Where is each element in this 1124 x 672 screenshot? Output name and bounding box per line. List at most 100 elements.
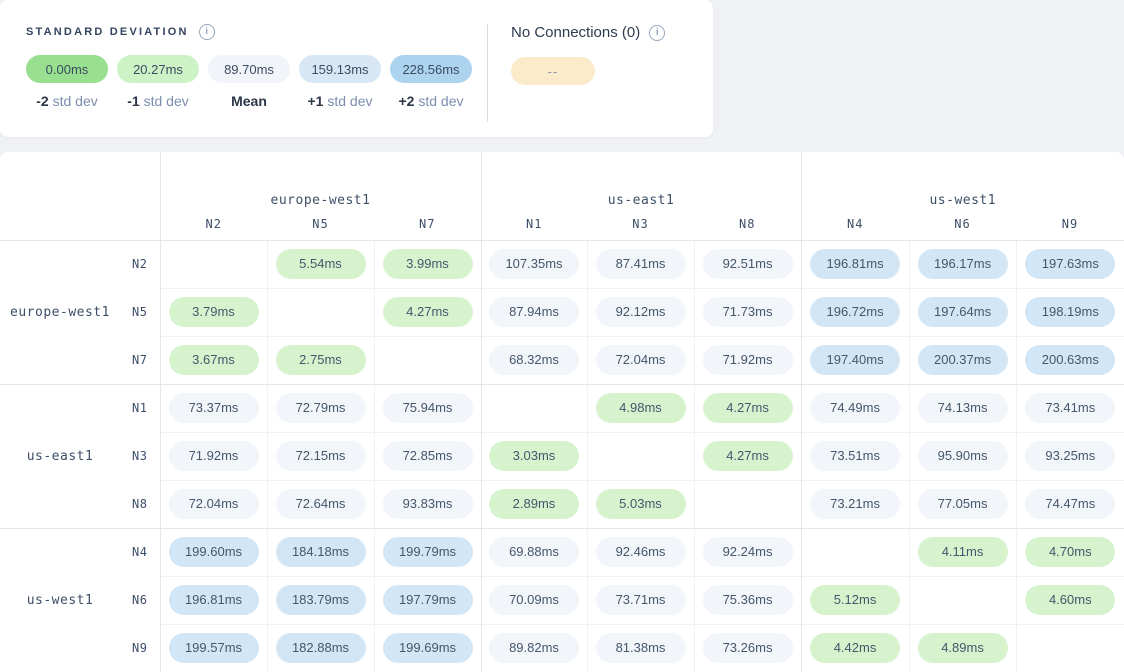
latency-pill[interactable]: 4.98ms: [596, 393, 686, 423]
latency-pill[interactable]: 95.90ms: [918, 441, 1008, 471]
latency-pill[interactable]: 4.27ms: [703, 441, 793, 471]
latency-pill[interactable]: 89.82ms: [489, 633, 579, 663]
latency-matrix-card: europe-west1us-east1us-west1N2N5N7N1N3N8…: [0, 152, 1124, 672]
latency-pill[interactable]: 72.64ms: [276, 489, 366, 519]
latency-pill[interactable]: 73.37ms: [169, 393, 259, 423]
column-region-header: us-east1: [481, 152, 801, 208]
latency-pill[interactable]: 72.04ms: [169, 489, 259, 519]
legend-pill-label: +2 std dev: [390, 93, 472, 109]
latency-cell: 5.54ms: [267, 240, 374, 288]
latency-cell: 196.17ms: [909, 240, 1016, 288]
latency-pill[interactable]: 184.18ms: [276, 537, 366, 567]
legend-label-row: -2 std dev-1 std devMean+1 std dev+2 std…: [26, 93, 472, 109]
latency-pill[interactable]: 72.15ms: [276, 441, 366, 471]
latency-pill[interactable]: 182.88ms: [276, 633, 366, 663]
latency-pill[interactable]: 196.72ms: [810, 297, 900, 327]
latency-pill[interactable]: 198.19ms: [1025, 297, 1115, 327]
latency-pill[interactable]: 69.88ms: [489, 537, 579, 567]
latency-cell: 87.41ms: [587, 240, 694, 288]
latency-pill[interactable]: 73.51ms: [810, 441, 900, 471]
latency-cell: 74.47ms: [1016, 480, 1124, 528]
latency-pill[interactable]: 4.89ms: [918, 633, 1008, 663]
legend-divider: [487, 24, 488, 122]
latency-pill[interactable]: 107.35ms: [489, 249, 579, 279]
latency-pill[interactable]: 81.38ms: [596, 633, 686, 663]
latency-pill[interactable]: 199.57ms: [169, 633, 259, 663]
latency-cell: 4.70ms: [1016, 528, 1124, 576]
latency-cell: 72.15ms: [267, 432, 374, 480]
column-region-header: europe-west1: [160, 152, 481, 208]
latency-pill[interactable]: 199.69ms: [383, 633, 473, 663]
latency-pill[interactable]: 4.42ms: [810, 633, 900, 663]
latency-pill[interactable]: 4.60ms: [1025, 585, 1115, 615]
latency-cell: 87.94ms: [481, 288, 587, 336]
latency-cell: 71.92ms: [694, 336, 801, 384]
latency-pill[interactable]: 71.73ms: [703, 297, 793, 327]
latency-cell: [587, 432, 694, 480]
latency-pill[interactable]: 5.03ms: [596, 489, 686, 519]
latency-pill[interactable]: 77.05ms: [918, 489, 1008, 519]
info-icon[interactable]: i: [649, 25, 665, 41]
row-region-label: europe-west1: [0, 240, 120, 384]
row-node-label: N2: [120, 240, 160, 288]
latency-pill[interactable]: 72.79ms: [276, 393, 366, 423]
latency-pill[interactable]: 93.83ms: [383, 489, 473, 519]
latency-pill[interactable]: 3.79ms: [169, 297, 259, 327]
latency-pill[interactable]: 199.79ms: [383, 537, 473, 567]
latency-pill[interactable]: 92.24ms: [703, 537, 793, 567]
latency-pill[interactable]: 183.79ms: [276, 585, 366, 615]
latency-pill[interactable]: 4.27ms: [383, 297, 473, 327]
column-node-header: N8: [694, 208, 801, 240]
latency-pill[interactable]: 75.94ms: [383, 393, 473, 423]
latency-pill[interactable]: 70.09ms: [489, 585, 579, 615]
latency-cell: 3.79ms: [160, 288, 267, 336]
latency-pill[interactable]: 2.89ms: [489, 489, 579, 519]
latency-pill[interactable]: 4.70ms: [1025, 537, 1115, 567]
latency-pill[interactable]: 197.79ms: [383, 585, 473, 615]
latency-pill[interactable]: 196.81ms: [810, 249, 900, 279]
latency-pill[interactable]: 4.27ms: [703, 393, 793, 423]
latency-pill[interactable]: 199.60ms: [169, 537, 259, 567]
latency-pill[interactable]: 71.92ms: [169, 441, 259, 471]
latency-pill[interactable]: 200.37ms: [918, 345, 1008, 375]
column-node-header: N2: [160, 208, 267, 240]
legend-pill-label: -1 std dev: [117, 93, 199, 109]
latency-pill[interactable]: 92.51ms: [703, 249, 793, 279]
latency-pill[interactable]: 197.64ms: [918, 297, 1008, 327]
latency-pill[interactable]: 5.12ms: [810, 585, 900, 615]
latency-pill[interactable]: 2.75ms: [276, 345, 366, 375]
latency-pill[interactable]: 74.49ms: [810, 393, 900, 423]
info-icon[interactable]: i: [199, 24, 215, 40]
latency-pill[interactable]: 197.40ms: [810, 345, 900, 375]
column-node-header: N7: [374, 208, 481, 240]
latency-pill[interactable]: 72.85ms: [383, 441, 473, 471]
latency-pill[interactable]: 3.03ms: [489, 441, 579, 471]
latency-pill[interactable]: 75.36ms: [703, 585, 793, 615]
latency-pill[interactable]: 72.04ms: [596, 345, 686, 375]
latency-cell: 70.09ms: [481, 576, 587, 624]
latency-pill[interactable]: 93.25ms: [1025, 441, 1115, 471]
latency-pill[interactable]: 5.54ms: [276, 249, 366, 279]
latency-pill[interactable]: 3.99ms: [383, 249, 473, 279]
latency-pill[interactable]: 73.26ms: [703, 633, 793, 663]
latency-pill[interactable]: 74.47ms: [1025, 489, 1115, 519]
latency-pill[interactable]: 71.92ms: [703, 345, 793, 375]
latency-pill[interactable]: 197.63ms: [1025, 249, 1115, 279]
latency-pill[interactable]: 68.32ms: [489, 345, 579, 375]
latency-pill[interactable]: 196.17ms: [918, 249, 1008, 279]
latency-pill[interactable]: 92.12ms: [596, 297, 686, 327]
latency-pill[interactable]: 74.13ms: [918, 393, 1008, 423]
latency-pill[interactable]: 73.41ms: [1025, 393, 1115, 423]
latency-pill[interactable]: 73.21ms: [810, 489, 900, 519]
latency-cell: 95.90ms: [909, 432, 1016, 480]
latency-cell: 4.42ms: [801, 624, 909, 672]
latency-pill[interactable]: 73.71ms: [596, 585, 686, 615]
latency-pill[interactable]: 87.94ms: [489, 297, 579, 327]
latency-pill[interactable]: 196.81ms: [169, 585, 259, 615]
latency-pill[interactable]: 92.46ms: [596, 537, 686, 567]
latency-pill[interactable]: 3.67ms: [169, 345, 259, 375]
latency-pill[interactable]: 87.41ms: [596, 249, 686, 279]
latency-pill[interactable]: 200.63ms: [1025, 345, 1115, 375]
latency-pill[interactable]: 4.11ms: [918, 537, 1008, 567]
latency-cell: 4.89ms: [909, 624, 1016, 672]
